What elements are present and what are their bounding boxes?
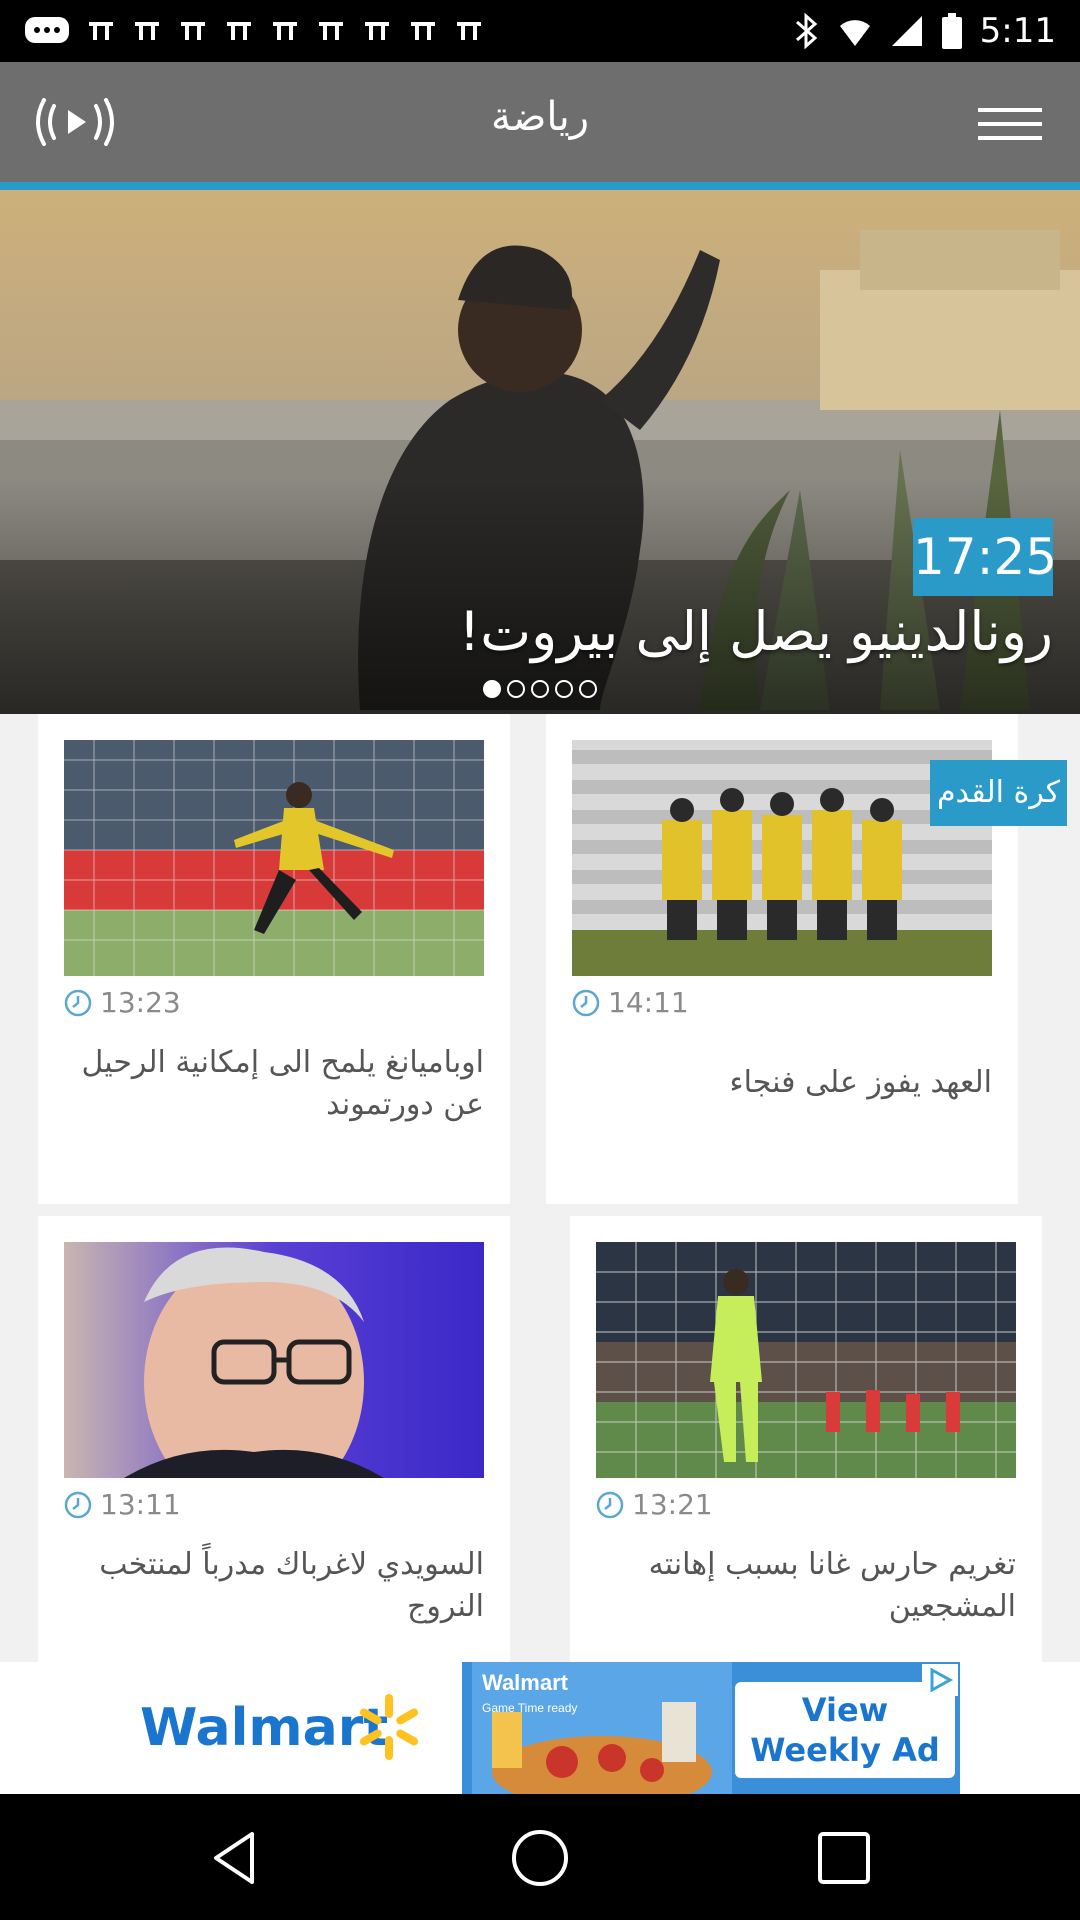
bluetooth-icon [795,12,817,50]
hero-time-badge: 17:25 [913,518,1057,596]
wifi-icon [839,20,870,46]
home-icon[interactable] [510,1828,570,1888]
header-accent-line [0,182,1080,190]
game-notification-icon [319,22,343,40]
news-headline[interactable]: العهد يفوز على فنجاء [572,1062,993,1104]
chat-notification-icon [25,17,69,43]
news-thumbnail [64,740,484,976]
news-time: 13:21 [632,1488,713,1521]
news-time: 14:11 [608,986,689,1019]
app-header: رياضة [0,62,1080,182]
ad-choices-icon[interactable] [922,1664,958,1696]
news-time-row: 14:11 [572,986,689,1019]
ad-panel-tagline: Game Time ready [482,1701,577,1715]
hamburger-menu-icon[interactable] [978,106,1042,142]
news-time: 13:23 [100,986,181,1019]
news-headline[interactable]: اوباميانغ يلمح الى إمكانية الرحيل عن دور… [64,1042,484,1126]
category-badge[interactable]: كرة القدم [930,760,1067,826]
game-notification-icon [457,22,481,40]
game-notification-icon [227,22,251,40]
carousel-dot[interactable] [483,680,501,698]
news-time-row: 13:11 [64,1488,181,1521]
clock-icon [64,989,92,1016]
hero-title[interactable]: رونالدينيو يصل إلى بيروت! [459,600,1053,663]
news-time-row: 13:23 [64,986,181,1019]
carousel-dots [0,680,1080,698]
hero-slider[interactable]: 17:25 رونالدينيو يصل إلى بيروت! [0,190,1080,714]
recent-apps-icon[interactable] [814,1828,874,1888]
game-notification-icon [365,22,389,40]
ad-brand-logo: Walmart [140,1698,389,1758]
news-card[interactable]: 13:11 السويدي لاغرباك مدرباً لمنتخب النر… [38,1216,510,1662]
news-thumbnail [572,740,992,976]
news-card[interactable]: 13:23 اوباميانغ يلمح الى إمكانية الرحيل … [38,714,510,1204]
walmart-spark-icon [359,1694,419,1760]
signal-icon [891,16,922,46]
carousel-dot[interactable] [579,680,597,698]
game-notification-icon [89,22,113,40]
news-card[interactable]: 13:21 تغريم حارس غانا بسبب إهانته المشجع… [570,1216,1042,1662]
carousel-dot[interactable] [507,680,525,698]
clock-icon [572,989,600,1016]
clock-icon [64,1491,92,1518]
game-notification-icon [135,22,159,40]
clock-icon [596,1491,624,1518]
news-headline[interactable]: تغريم حارس غانا بسبب إهانته المشجعين [596,1544,1016,1628]
news-headline[interactable]: السويدي لاغرباك مدرباً لمنتخب النروج [64,1544,484,1628]
carousel-dot[interactable] [531,680,549,698]
news-time-row: 13:21 [596,1488,713,1521]
view-weekly-ad-button[interactable]: View Weekly Ad [735,1682,955,1778]
game-notification-icon [181,22,205,40]
status-bar: 5:11 [0,0,1080,62]
back-icon[interactable] [206,1828,266,1888]
ad-banner[interactable]: Walmart Walmart Game Time ready View Wee… [0,1662,1080,1794]
news-time: 13:11 [100,1488,181,1521]
battery-icon [941,13,962,49]
page-title: رياضة [490,94,590,140]
news-thumbnail [596,1242,1016,1478]
carousel-dot[interactable] [555,680,573,698]
status-time: 5:11 [979,11,1056,51]
ad-panel-brand: Walmart [482,1670,569,1695]
news-thumbnail [64,1242,484,1478]
game-notification-icon [411,22,435,40]
game-notification-icon [273,22,297,40]
system-navigation-bar [0,1794,1080,1920]
